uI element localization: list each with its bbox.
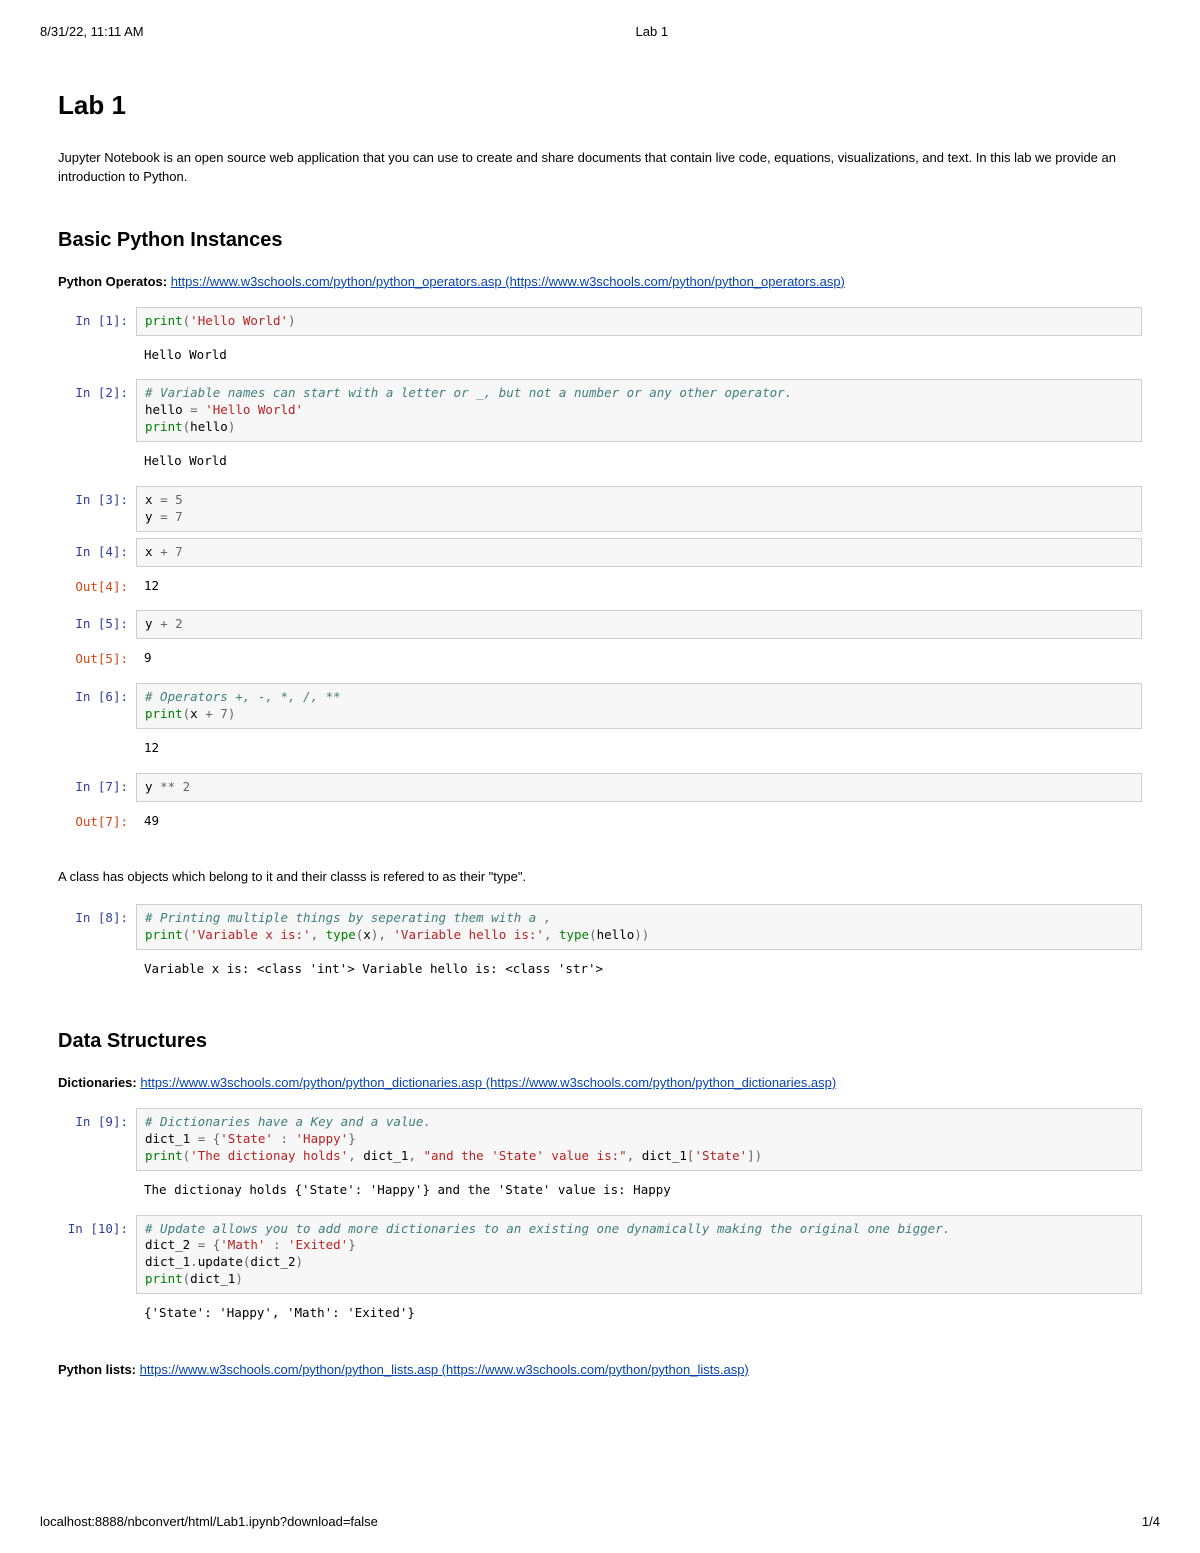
print-title: Lab 1	[636, 24, 669, 39]
cell-10-stdout: {'State': 'Happy', 'Math': 'Exited'}	[58, 1300, 1142, 1332]
reference-lists-label: Python lists:	[58, 1362, 136, 1377]
cell-6-code: # Operators +, -, *, /, ** print(x + 7)	[136, 683, 1142, 729]
section-basic-heading: Basic Python Instances	[58, 229, 1142, 252]
cell-4-code: x + 7	[136, 538, 1142, 567]
intro-paragraph: Jupyter Notebook is an open source web a…	[58, 149, 1142, 187]
notebook-cells-3: In [9]: # Dictionaries have a Key and a …	[58, 1108, 1142, 1332]
cell-4-out-prompt: Out[4]:	[58, 573, 136, 605]
cell-1-input: In [1]: print('Hello World')	[58, 307, 1142, 336]
cell-5-code: y + 2	[136, 610, 1142, 639]
cell-1-stdout: Hello World	[58, 342, 1142, 374]
cell-6-in-prompt: In [6]:	[58, 683, 136, 729]
cell-3-in-prompt: In [3]:	[58, 486, 136, 532]
cell-2-input: In [2]: # Variable names can start with …	[58, 379, 1142, 442]
cell-6-stdout: 12	[58, 735, 1142, 767]
cell-9-in-prompt: In [9]:	[58, 1108, 136, 1171]
cell-5-input: In [5]: y + 2	[58, 610, 1142, 639]
cell-7-output: Out[7]: 49	[58, 808, 1142, 840]
cell-9-input: In [9]: # Dictionaries have a Key and a …	[58, 1108, 1142, 1171]
print-page: 1/4	[1142, 1514, 1160, 1529]
cell-8-input: In [8]: # Printing multiple things by se…	[58, 904, 1142, 950]
print-url: localhost:8888/nbconvert/html/Lab1.ipynb…	[40, 1514, 378, 1529]
reference-operators: Python Operatos: https://www.w3schools.c…	[58, 274, 1142, 289]
cell-10-in-prompt: In [10]:	[58, 1215, 136, 1295]
cell-2-code: # Variable names can start with a letter…	[136, 379, 1142, 442]
page-h1: Lab 1	[58, 90, 1142, 121]
reference-dictionaries-link[interactable]: https://www.w3schools.com/python/python_…	[140, 1075, 836, 1090]
cell-5-out-prompt: Out[5]:	[58, 645, 136, 677]
cell-8-code: # Printing multiple things by seperating…	[136, 904, 1142, 950]
cell-4-in-prompt: In [4]:	[58, 538, 136, 567]
page-body: Lab 1 Jupyter Notebook is an open source…	[0, 0, 1200, 1475]
cell-1-stdout-text: Hello World	[136, 342, 1142, 374]
cell-7-input: In [7]: y ** 2	[58, 773, 1142, 802]
reference-lists-link[interactable]: https://www.w3schools.com/python/python_…	[140, 1362, 749, 1377]
cell-5-result: 9	[136, 645, 1142, 677]
cell-4-output: Out[4]: 12	[58, 573, 1142, 605]
reference-operators-link[interactable]: https://www.w3schools.com/python/python_…	[171, 274, 845, 289]
cell-1-code: print('Hello World')	[136, 307, 1142, 336]
cell-7-code: y ** 2	[136, 773, 1142, 802]
reference-operators-label: Python Operatos:	[58, 274, 167, 289]
cell-9-code: # Dictionaries have a Key and a value. d…	[136, 1108, 1142, 1171]
cell-10-input: In [10]: # Update allows you to add more…	[58, 1215, 1142, 1295]
cell-6-stdout-text: 12	[136, 735, 1142, 767]
cell-1-in-prompt: In [1]:	[58, 307, 136, 336]
reference-lists: Python lists: https://www.w3schools.com/…	[58, 1362, 1142, 1377]
section-data-structures-heading: Data Structures	[58, 1030, 1142, 1053]
cell-4-result: 12	[136, 573, 1142, 605]
cell-5-output: Out[5]: 9	[58, 645, 1142, 677]
reference-dictionaries-label: Dictionaries:	[58, 1075, 137, 1090]
print-datetime: 8/31/22, 11:11 AM	[40, 24, 144, 39]
cell-7-out-prompt: Out[7]:	[58, 808, 136, 840]
print-footer: localhost:8888/nbconvert/html/Lab1.ipynb…	[40, 1514, 1160, 1529]
cell-2-in-prompt: In [2]:	[58, 379, 136, 442]
cell-8-in-prompt: In [8]:	[58, 904, 136, 950]
notebook-cells: In [1]: print('Hello World') Hello World…	[58, 307, 1142, 840]
cell-5-in-prompt: In [5]:	[58, 610, 136, 639]
cell-10-stdout-text: {'State': 'Happy', 'Math': 'Exited'}	[136, 1300, 1142, 1332]
cell-7-result: 49	[136, 808, 1142, 840]
cell-3-input: In [3]: x = 5 y = 7	[58, 486, 1142, 532]
cell-2-stdout: Hello World	[58, 448, 1142, 480]
cell-6-input: In [6]: # Operators +, -, *, /, ** print…	[58, 683, 1142, 729]
cell-8-stdout-text: Variable x is: <class 'int'> Variable he…	[136, 956, 1142, 988]
cell-9-stdout: The dictionay holds {'State': 'Happy'} a…	[58, 1177, 1142, 1209]
cell-7-in-prompt: In [7]:	[58, 773, 136, 802]
notebook-cells-2: In [8]: # Printing multiple things by se…	[58, 904, 1142, 988]
cell-8-stdout: Variable x is: <class 'int'> Variable he…	[58, 956, 1142, 988]
cell-9-stdout-text: The dictionay holds {'State': 'Happy'} a…	[136, 1177, 1142, 1209]
cell-10-code: # Update allows you to add more dictiona…	[136, 1215, 1142, 1295]
reference-dictionaries: Dictionaries: https://www.w3schools.com/…	[58, 1075, 1142, 1090]
cell-4-input: In [4]: x + 7	[58, 538, 1142, 567]
class-note: A class has objects which belong to it a…	[58, 868, 1142, 887]
cell-3-code: x = 5 y = 7	[136, 486, 1142, 532]
print-header: 8/31/22, 11:11 AM Lab 1	[40, 24, 1160, 39]
cell-2-stdout-text: Hello World	[136, 448, 1142, 480]
